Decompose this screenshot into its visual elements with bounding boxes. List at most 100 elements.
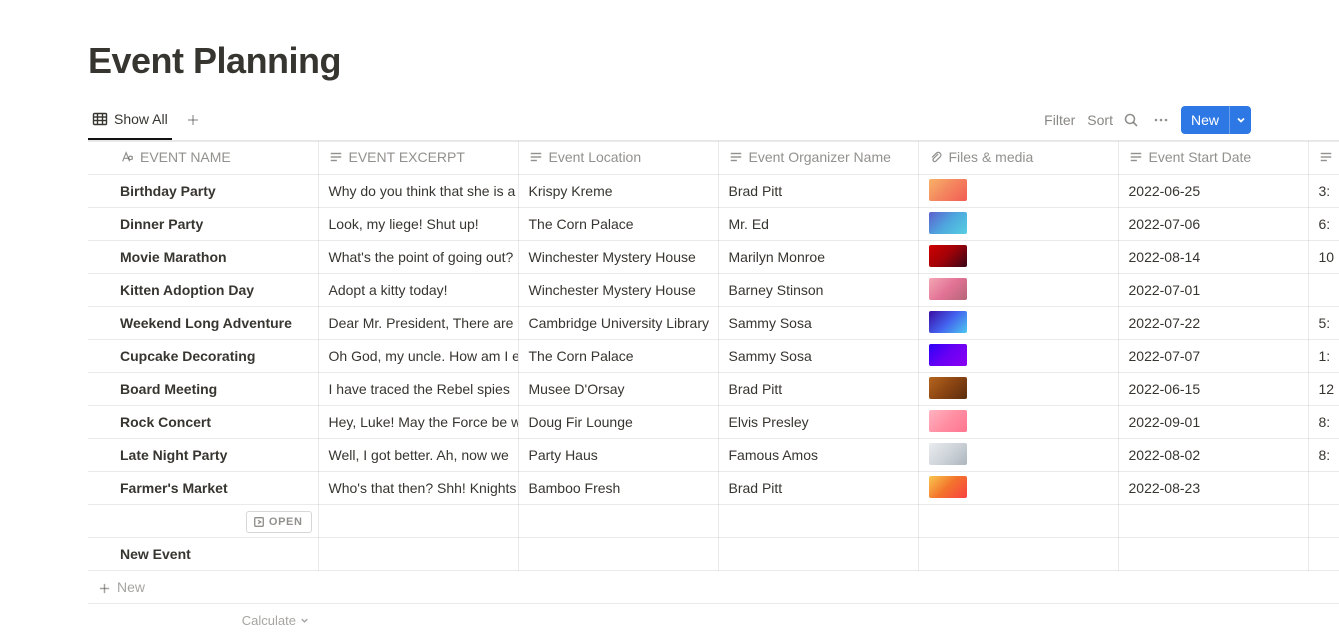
cell[interactable]: [918, 505, 1118, 538]
media-thumbnail[interactable]: [929, 245, 967, 267]
cell[interactable]: [1118, 538, 1308, 571]
cell-event-excerpt[interactable]: Adopt a kitty today!: [318, 274, 518, 307]
cell-start-time[interactable]: 3:: [1308, 175, 1339, 208]
cell-event-name[interactable]: Dinner Party: [88, 208, 318, 241]
table-row-new-event[interactable]: New Event: [88, 538, 1339, 571]
cell-files-media[interactable]: [918, 241, 1118, 274]
cell-start-time[interactable]: 12: [1308, 373, 1339, 406]
cell-event-location[interactable]: Cambridge University Library: [518, 307, 718, 340]
cell-event-location[interactable]: The Corn Palace: [518, 340, 718, 373]
calculate-button[interactable]: Calculate: [88, 604, 317, 636]
cell-event-name[interactable]: Movie Marathon: [88, 241, 318, 274]
table-row[interactable]: Cupcake DecoratingOh God, my uncle. How …: [88, 340, 1339, 373]
cell[interactable]: [718, 538, 918, 571]
cell[interactable]: [1118, 505, 1308, 538]
column-header[interactable]: EVENT EXCERPT: [318, 142, 518, 175]
cell-files-media[interactable]: [918, 307, 1118, 340]
cell-files-media[interactable]: [918, 472, 1118, 505]
cell[interactable]: [318, 538, 518, 571]
cell-start-time[interactable]: 1:: [1308, 340, 1339, 373]
cell-event-name[interactable]: New Event: [88, 538, 318, 571]
media-thumbnail[interactable]: [929, 377, 967, 399]
sort-button[interactable]: Sort: [1087, 108, 1113, 132]
cell-files-media[interactable]: [918, 175, 1118, 208]
cell-event-excerpt[interactable]: Why do you think that she is a: [318, 175, 518, 208]
cell-event-organizer[interactable]: Sammy Sosa: [718, 307, 918, 340]
cell-event-location[interactable]: Bamboo Fresh: [518, 472, 718, 505]
column-header[interactable]: [1308, 142, 1339, 175]
media-thumbnail[interactable]: [929, 278, 967, 300]
open-row-button[interactable]: OPEN: [246, 511, 312, 533]
cell-start-date[interactable]: 2022-09-01: [1118, 406, 1308, 439]
search-button[interactable]: [1119, 108, 1143, 132]
cell[interactable]: [518, 538, 718, 571]
cell-event-location[interactable]: Winchester Mystery House: [518, 274, 718, 307]
cell-event-location[interactable]: Winchester Mystery House: [518, 241, 718, 274]
cell-event-excerpt[interactable]: Well, I got better. Ah, now we: [318, 439, 518, 472]
cell-files-media[interactable]: [918, 406, 1118, 439]
new-button[interactable]: New: [1181, 106, 1251, 134]
empty-row-hovered[interactable]: OPEN: [88, 505, 1339, 538]
cell-event-name[interactable]: Farmer's Market: [88, 472, 318, 505]
table-row[interactable]: Rock ConcertHey, Luke! May the Force be …: [88, 406, 1339, 439]
cell[interactable]: [318, 505, 518, 538]
cell-start-date[interactable]: 2022-08-23: [1118, 472, 1308, 505]
table-row[interactable]: Dinner PartyLook, my liege! Shut up!The …: [88, 208, 1339, 241]
cell[interactable]: [918, 538, 1118, 571]
media-thumbnail[interactable]: [929, 410, 967, 432]
cell-event-excerpt[interactable]: Who's that then? Shh! Knights: [318, 472, 518, 505]
media-thumbnail[interactable]: [929, 212, 967, 234]
cell-event-location[interactable]: Musee D'Orsay: [518, 373, 718, 406]
cell[interactable]: [518, 505, 718, 538]
cell-start-date[interactable]: 2022-07-22: [1118, 307, 1308, 340]
cell-event-location[interactable]: Krispy Kreme: [518, 175, 718, 208]
cell-start-time[interactable]: 8:: [1308, 439, 1339, 472]
column-header[interactable]: EVENT NAME: [88, 142, 318, 175]
table-row[interactable]: Farmer's MarketWho's that then? Shh! Kni…: [88, 472, 1339, 505]
table-row[interactable]: Birthday PartyWhy do you think that she …: [88, 175, 1339, 208]
table-row[interactable]: Board MeetingI have traced the Rebel spi…: [88, 373, 1339, 406]
cell-event-organizer[interactable]: Marilyn Monroe: [718, 241, 918, 274]
cell-start-time[interactable]: 8:: [1308, 406, 1339, 439]
cell-start-date[interactable]: 2022-07-06: [1118, 208, 1308, 241]
cell-event-excerpt[interactable]: Dear Mr. President, There are: [318, 307, 518, 340]
media-thumbnail[interactable]: [929, 476, 967, 498]
add-new-row[interactable]: New: [88, 571, 1339, 604]
cell-event-excerpt[interactable]: Hey, Luke! May the Force be w: [318, 406, 518, 439]
cell[interactable]: [1308, 538, 1339, 571]
media-thumbnail[interactable]: [929, 443, 967, 465]
cell-event-organizer[interactable]: Sammy Sosa: [718, 340, 918, 373]
more-options-button[interactable]: [1149, 108, 1173, 132]
cell-event-name[interactable]: Board Meeting: [88, 373, 318, 406]
media-thumbnail[interactable]: [929, 344, 967, 366]
cell-files-media[interactable]: [918, 439, 1118, 472]
cell-start-date[interactable]: 2022-06-15: [1118, 373, 1308, 406]
cell-start-time[interactable]: [1308, 274, 1339, 307]
cell-event-organizer[interactable]: Famous Amos: [718, 439, 918, 472]
table-row[interactable]: Movie MarathonWhat's the point of going …: [88, 241, 1339, 274]
cell-event-name[interactable]: Kitten Adoption Day: [88, 274, 318, 307]
page-title[interactable]: Event Planning: [88, 40, 1339, 82]
filter-button[interactable]: Filter: [1044, 108, 1075, 132]
column-header[interactable]: Event Organizer Name: [718, 142, 918, 175]
cell-event-organizer[interactable]: Elvis Presley: [718, 406, 918, 439]
cell-start-time[interactable]: 6:: [1308, 208, 1339, 241]
cell-event-organizer[interactable]: Barney Stinson: [718, 274, 918, 307]
cell-event-excerpt[interactable]: Look, my liege! Shut up!: [318, 208, 518, 241]
cell-files-media[interactable]: [918, 373, 1118, 406]
cell-event-excerpt[interactable]: What's the point of going out?: [318, 241, 518, 274]
cell-start-time[interactable]: [1308, 472, 1339, 505]
view-tab-show-all[interactable]: Show All: [88, 100, 172, 140]
cell-event-name[interactable]: OPEN: [88, 505, 318, 538]
cell-files-media[interactable]: [918, 340, 1118, 373]
cell-event-name[interactable]: Rock Concert: [88, 406, 318, 439]
cell-start-time[interactable]: 10: [1308, 241, 1339, 274]
cell-event-organizer[interactable]: Mr. Ed: [718, 208, 918, 241]
cell-event-excerpt[interactable]: Oh God, my uncle. How am I e: [318, 340, 518, 373]
cell-event-name[interactable]: Birthday Party: [88, 175, 318, 208]
cell-event-name[interactable]: Weekend Long Adventure: [88, 307, 318, 340]
media-thumbnail[interactable]: [929, 179, 967, 201]
cell-event-organizer[interactable]: Brad Pitt: [718, 373, 918, 406]
cell-event-excerpt[interactable]: I have traced the Rebel spies: [318, 373, 518, 406]
cell-start-time[interactable]: 5:: [1308, 307, 1339, 340]
